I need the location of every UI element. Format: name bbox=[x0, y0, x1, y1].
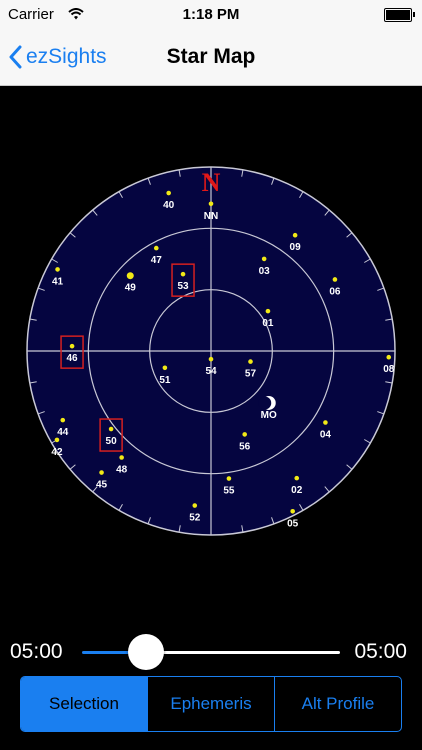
satellite-label-08: 08 bbox=[383, 364, 395, 375]
satellite-label-46: 46 bbox=[66, 353, 78, 364]
end-time-label: 05:00 bbox=[354, 640, 407, 663]
satellite-dot-52 bbox=[192, 503, 198, 508]
satellite-label-06: 06 bbox=[329, 286, 341, 297]
satellite-dot-NN bbox=[208, 201, 214, 207]
satellite-dot-02 bbox=[294, 475, 300, 481]
segment-ephemeris[interactable]: Ephemeris bbox=[147, 677, 274, 731]
satellite-label-MO: MO bbox=[261, 410, 277, 421]
satellite-dot-50 bbox=[108, 426, 114, 432]
clock: 1:18 PM bbox=[182, 6, 240, 23]
satellite-label-05: 05 bbox=[287, 518, 299, 529]
satellite-dot-51 bbox=[162, 365, 168, 371]
star-map[interactable]: N 40 NN 09 47 03 41 49 53 06 01 46 08 57 51 54 MO 44 04 42 5… bbox=[25, 165, 397, 537]
satellite-dot-44 bbox=[60, 417, 66, 423]
satellite-label-53: 53 bbox=[177, 281, 189, 292]
satellite-label-51: 51 bbox=[159, 375, 171, 386]
satellite-label-49: 49 bbox=[125, 283, 137, 294]
satellite-dot-03 bbox=[261, 256, 267, 262]
satellite-dot-48 bbox=[119, 455, 124, 460]
satellite-label-56: 56 bbox=[239, 441, 251, 452]
satellite-label-52: 52 bbox=[189, 513, 201, 524]
satellite-dot-54 bbox=[208, 356, 214, 362]
satellite-label-47: 47 bbox=[151, 255, 163, 266]
satellite-label-NN: NN bbox=[204, 211, 218, 222]
satellite-dot-55 bbox=[226, 476, 232, 481]
satellite-dot-06 bbox=[332, 277, 338, 282]
satellite-label-45: 45 bbox=[96, 480, 108, 491]
satellite-label-54: 54 bbox=[205, 366, 217, 377]
satellite-dot-45 bbox=[99, 470, 104, 475]
satellite-dot-05 bbox=[290, 509, 295, 514]
satellite-dot-09 bbox=[292, 232, 298, 238]
satellite-label-04: 04 bbox=[320, 430, 332, 441]
satellite-label-42: 42 bbox=[51, 447, 63, 458]
view-segmented-control: Selection Ephemeris Alt Profile bbox=[20, 676, 402, 732]
segment-selection[interactable]: Selection bbox=[21, 677, 147, 731]
navigation-bar: ezSights Star Map bbox=[0, 30, 422, 86]
satellite-dot-56 bbox=[242, 432, 247, 437]
satellite-dot-40 bbox=[166, 190, 171, 196]
north-marker: N bbox=[202, 168, 221, 197]
satellite-label-41: 41 bbox=[52, 276, 64, 287]
battery-icon bbox=[384, 8, 415, 22]
satellite-dot-41 bbox=[55, 267, 60, 272]
satellite-label-01: 01 bbox=[262, 318, 274, 329]
satellite-dot-49 bbox=[126, 272, 134, 280]
satellite-label-40: 40 bbox=[163, 200, 175, 211]
satellite-dot-01 bbox=[265, 308, 271, 314]
satellite-label-57: 57 bbox=[245, 369, 257, 380]
time-slider-bar: 05:00 05:00 bbox=[0, 632, 422, 672]
satellite-dot-57 bbox=[248, 359, 253, 364]
satellite-label-09: 09 bbox=[290, 242, 302, 253]
page-title: Star Map bbox=[166, 45, 256, 68]
status-bar: Carrier 1:18 PM bbox=[0, 0, 422, 30]
moon-marker[interactable] bbox=[258, 395, 276, 410]
time-slider-thumb[interactable] bbox=[128, 634, 164, 670]
satellite-label-50: 50 bbox=[106, 436, 118, 447]
satellite-label-03: 03 bbox=[259, 266, 271, 277]
slider-track[interactable] bbox=[146, 651, 340, 654]
satellite-dot-42 bbox=[54, 437, 60, 443]
satellite-dot-46 bbox=[69, 343, 75, 349]
satellite-label-02: 02 bbox=[291, 485, 303, 496]
satellite-dot-47 bbox=[153, 245, 159, 251]
satellite-label-55: 55 bbox=[223, 486, 235, 497]
satellite-dot-08 bbox=[386, 354, 392, 360]
segment-alt-profile[interactable]: Alt Profile bbox=[274, 677, 401, 731]
satellite-label-48: 48 bbox=[116, 464, 128, 475]
satellite-dot-04 bbox=[323, 420, 328, 425]
satellite-dot-53 bbox=[180, 271, 186, 277]
start-time-label: 05:00 bbox=[10, 640, 63, 663]
satellite-label-44: 44 bbox=[57, 427, 69, 438]
